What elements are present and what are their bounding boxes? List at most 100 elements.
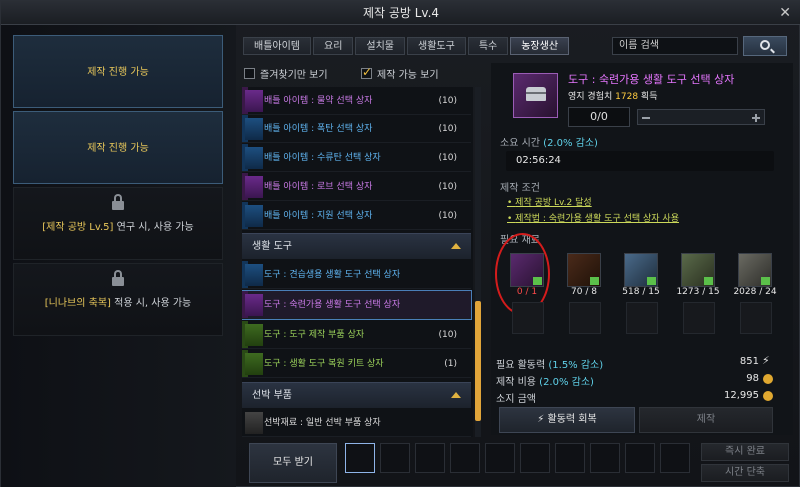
material-count: 70 / 8 bbox=[571, 287, 597, 297]
home-icon bbox=[590, 277, 599, 285]
item-icon bbox=[245, 294, 263, 316]
item-icon bbox=[245, 353, 263, 375]
completed-slot[interactable] bbox=[520, 443, 550, 473]
time-label-text: 소요 시간 bbox=[500, 138, 540, 149]
condition-item: • 제작 공방 Lv.2 달성 bbox=[507, 198, 592, 208]
energy-icon bbox=[762, 354, 773, 367]
list-item[interactable]: 도구 : 견습생용 생활 도구 선택 상자 bbox=[242, 261, 471, 289]
craft-slot-1[interactable]: 제작 진행 가능 bbox=[13, 35, 223, 108]
craft-slot-status: 제작 진행 가능 bbox=[87, 67, 149, 78]
quantity-display[interactable]: 0/0 bbox=[568, 107, 630, 127]
unlock-text: 적용 시, 사용 가능 bbox=[110, 298, 192, 309]
list-item[interactable]: 도구 : 도구 제작 부품 상자 (10) bbox=[242, 321, 471, 349]
search-icon bbox=[760, 40, 770, 50]
completed-slot[interactable] bbox=[415, 443, 445, 473]
time-label: 소요 시간 (2.0% 감소) bbox=[500, 134, 598, 149]
tab-life-tools[interactable]: 생활도구 bbox=[407, 37, 466, 55]
completed-slot[interactable] bbox=[625, 443, 655, 473]
recipe-list: 배틀 아이템 : 물약 선택 상자 (10) 배틀 아이템 : 폭탄 선택 상자… bbox=[242, 87, 473, 437]
recover-energy-button[interactable]: ⚡ 활동력 회복 bbox=[499, 407, 635, 433]
list-item-count: (10) bbox=[438, 124, 457, 134]
list-item-name: 배틀 아이템 : 지원 선택 상자 bbox=[264, 211, 373, 221]
home-icon bbox=[647, 277, 656, 285]
craftable-checkbox[interactable] bbox=[361, 65, 372, 79]
quantity-slider[interactable] bbox=[637, 109, 765, 125]
material-slot-ore[interactable] bbox=[681, 253, 715, 287]
tab-special[interactable]: 특수 bbox=[467, 37, 509, 55]
condition-text: 제작법 : 숙련가용 생활 도구 선택 상자 사용 bbox=[515, 214, 679, 224]
search-button[interactable] bbox=[743, 36, 787, 56]
section-header-ship-parts[interactable]: 선박 부품 bbox=[242, 382, 471, 408]
completed-slot[interactable] bbox=[380, 443, 410, 473]
stat-discount: (1.5% 감소) bbox=[548, 360, 604, 371]
material-slot-crystal[interactable] bbox=[624, 253, 658, 287]
unlock-requirement: [니나브의 축복] bbox=[44, 298, 111, 309]
stat-value-cost: 98 bbox=[746, 373, 759, 384]
material-count: 1273 / 15 bbox=[676, 287, 720, 297]
tab-farm-production[interactable]: 농장생산 bbox=[510, 37, 570, 55]
empty-material-slot bbox=[683, 302, 715, 334]
material-slot-scrap[interactable] bbox=[738, 253, 772, 287]
empty-material-slot bbox=[626, 302, 658, 334]
favorites-checkbox[interactable] bbox=[244, 67, 255, 79]
chest-icon bbox=[526, 87, 546, 101]
section-title: 생활 도구 bbox=[252, 241, 292, 252]
reduce-time-button[interactable]: 시간 단축 bbox=[701, 464, 789, 482]
list-item[interactable]: 도구 : 생활 도구 복원 키트 상자 (1) bbox=[242, 350, 471, 378]
completed-slot[interactable] bbox=[450, 443, 480, 473]
unlock-text: 연구 시, 사용 가능 bbox=[113, 222, 194, 233]
completed-slot[interactable] bbox=[555, 443, 585, 473]
item-icon bbox=[245, 324, 263, 346]
list-item[interactable]: 배틀 아이템 : 폭탄 선택 상자 (10) bbox=[242, 115, 471, 143]
item-icon bbox=[245, 118, 263, 140]
craft-slot-4-locked: [니나브의 축복] 적용 시, 사용 가능 bbox=[13, 263, 223, 336]
craft-slot-2[interactable]: 제작 진행 가능 bbox=[13, 111, 223, 184]
material-slot-rope[interactable] bbox=[567, 253, 601, 287]
completed-slot[interactable] bbox=[345, 443, 375, 473]
list-item-name: 배틀 아이템 : 수류탄 선택 상자 bbox=[264, 153, 381, 163]
title-bar: 제작 공방 Lv.4 ✕ bbox=[1, 1, 800, 25]
recover-energy-label: 활동력 회복 bbox=[547, 414, 597, 425]
home-icon bbox=[761, 277, 770, 285]
stat-value-energy: 851 bbox=[739, 356, 759, 367]
craft-time-value: 02:56:24 bbox=[506, 151, 774, 171]
craft-slot-3-locked: [제작 공방 Lv.5] 연구 시, 사용 가능 bbox=[13, 187, 223, 260]
minus-icon[interactable] bbox=[642, 117, 650, 119]
stat-label: 소지 금액 bbox=[496, 390, 536, 405]
tab-battle-items[interactable]: 배틀아이템 bbox=[243, 37, 311, 55]
completed-slot[interactable] bbox=[485, 443, 515, 473]
search-input[interactable]: 이름 검색 bbox=[612, 37, 738, 55]
list-item-name: 배틀 아이템 : 폭탄 선택 상자 bbox=[264, 124, 373, 134]
list-item[interactable]: 배틀 아이템 : 지원 선택 상자 (10) bbox=[242, 202, 471, 230]
list-item[interactable]: 배틀 아이템 : 로브 선택 상자 (10) bbox=[242, 173, 471, 201]
stat-label: 제작 비용 (2.0% 감소) bbox=[496, 373, 594, 388]
list-scrollbar-thumb[interactable] bbox=[475, 301, 481, 421]
tab-installables[interactable]: 설치물 bbox=[355, 37, 406, 55]
craft-slot-status: 제작 진행 가능 bbox=[87, 143, 149, 154]
craft-button[interactable]: 제작 bbox=[639, 407, 773, 433]
time-discount: (2.0% 감소) bbox=[543, 138, 598, 149]
list-item[interactable]: 선박재료 : 일반 선박 부품 상자 bbox=[242, 409, 471, 437]
list-item-name: 배틀 아이템 : 로브 선택 상자 bbox=[264, 182, 373, 192]
empty-material-slot bbox=[740, 302, 772, 334]
list-item[interactable]: 배틀 아이템 : 수류탄 선택 상자 (10) bbox=[242, 144, 471, 172]
exp-suffix: 획득 bbox=[640, 92, 658, 102]
close-icon[interactable]: ✕ bbox=[779, 1, 791, 25]
completed-slot[interactable] bbox=[590, 443, 620, 473]
exp-label: 영지 경험치 bbox=[568, 92, 613, 102]
list-item-selected[interactable]: 도구 : 숙련가용 생활 도구 선택 상자 bbox=[242, 290, 472, 320]
home-icon bbox=[704, 277, 713, 285]
plus-icon[interactable] bbox=[752, 114, 760, 122]
chevron-up-icon bbox=[451, 243, 461, 249]
section-header-life-tools[interactable]: 생활 도구 bbox=[242, 233, 471, 259]
completed-slot[interactable] bbox=[660, 443, 690, 473]
favorites-filter[interactable]: 즐겨찾기만 보기 bbox=[244, 67, 328, 81]
list-item[interactable]: 배틀 아이템 : 물약 선택 상자 (10) bbox=[242, 87, 471, 115]
list-item-name: 도구 : 숙련가용 생활 도구 선택 상자 bbox=[264, 300, 401, 310]
craftable-filter[interactable]: 제작 가능 보기 bbox=[361, 65, 439, 81]
receive-all-button[interactable]: 모두 받기 bbox=[249, 443, 337, 483]
window-title: 제작 공방 Lv.4 bbox=[362, 6, 440, 20]
tab-cooking[interactable]: 요리 bbox=[313, 37, 354, 55]
instant-finish-button[interactable]: 즉시 완료 bbox=[701, 443, 789, 461]
list-item-count: (10) bbox=[438, 182, 457, 192]
